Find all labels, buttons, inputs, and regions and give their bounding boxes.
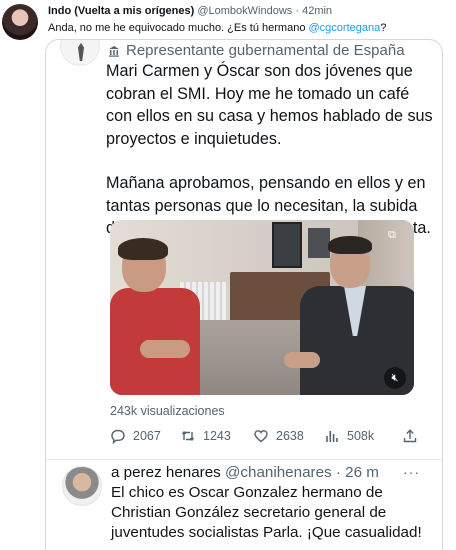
timestamp[interactable]: 26 m: [345, 464, 379, 481]
like-button[interactable]: 2638: [253, 426, 304, 446]
reply-text: El chico es Oscar Gonzalez hermano de Ch…: [111, 484, 422, 541]
view-count: 243k visualizaciones: [110, 404, 225, 418]
picture-in-picture-icon[interactable]: ⧉: [388, 228, 404, 242]
analytics-count: 508k: [347, 429, 375, 443]
avatar[interactable]: [2, 4, 38, 40]
role-label: Representante gubernamental de España: [126, 42, 405, 59]
tie-icon: [78, 43, 84, 61]
separator: ·: [335, 464, 341, 481]
analytics-button[interactable]: 508k: [324, 426, 374, 446]
user-handle[interactable]: @LombokWindows: [197, 5, 292, 17]
divider: [46, 459, 442, 460]
government-building-icon: [109, 46, 119, 57]
reply-tweet: Indo (Vuelta a mis orígenes) @LombokWind…: [0, 0, 456, 550]
video-player[interactable]: ⧉ 🔇︎: [110, 220, 414, 395]
display-name[interactable]: Indo (Vuelta a mis orígenes): [48, 5, 194, 17]
analytics-icon: [326, 431, 338, 442]
user-handle[interactable]: @chanihenares: [225, 464, 332, 481]
tweet-text-part: ?: [380, 22, 387, 34]
display-name[interactable]: a perez henares: [111, 464, 221, 481]
separator: ·: [295, 5, 300, 17]
reply-count: 2067: [133, 429, 161, 443]
mention-link[interactable]: @cgcortegana: [309, 22, 381, 34]
reply-icon: [111, 429, 125, 444]
retweet-button[interactable]: 1243: [180, 426, 231, 446]
share-icon: [403, 429, 417, 443]
tweet-text-part: Anda, no me he equivocado mucho. ¿Es tú …: [48, 22, 309, 34]
more-options-icon[interactable]: ···: [403, 464, 420, 480]
reply-button[interactable]: 2067: [110, 426, 161, 446]
avatar[interactable]: [62, 466, 102, 506]
government-avatar: [60, 40, 100, 66]
reply-header: a perez henares @chanihenares · 26 m: [111, 464, 379, 481]
retweet-count: 1243: [203, 429, 231, 443]
video-frame-person: [110, 238, 205, 395]
timestamp[interactable]: 42min: [302, 5, 332, 17]
retweet-icon: [181, 430, 195, 442]
tweet-text: Anda, no me he equivocado mucho. ¿Es tú …: [48, 22, 386, 34]
paragraph: Mari Carmen y Óscar son dos jóvenes que …: [106, 62, 433, 148]
share-button[interactable]: [402, 426, 418, 446]
mute-icon[interactable]: 🔇︎: [384, 367, 406, 389]
tweet-header: Indo (Vuelta a mis orígenes) @LombokWind…: [48, 5, 332, 17]
heart-icon: [254, 430, 268, 443]
like-count: 2638: [276, 429, 304, 443]
quoted-screenshot[interactable]: Representante gubernamental de España Ma…: [45, 39, 443, 550]
action-bar: 2067 1243 2638 508k: [110, 426, 420, 446]
